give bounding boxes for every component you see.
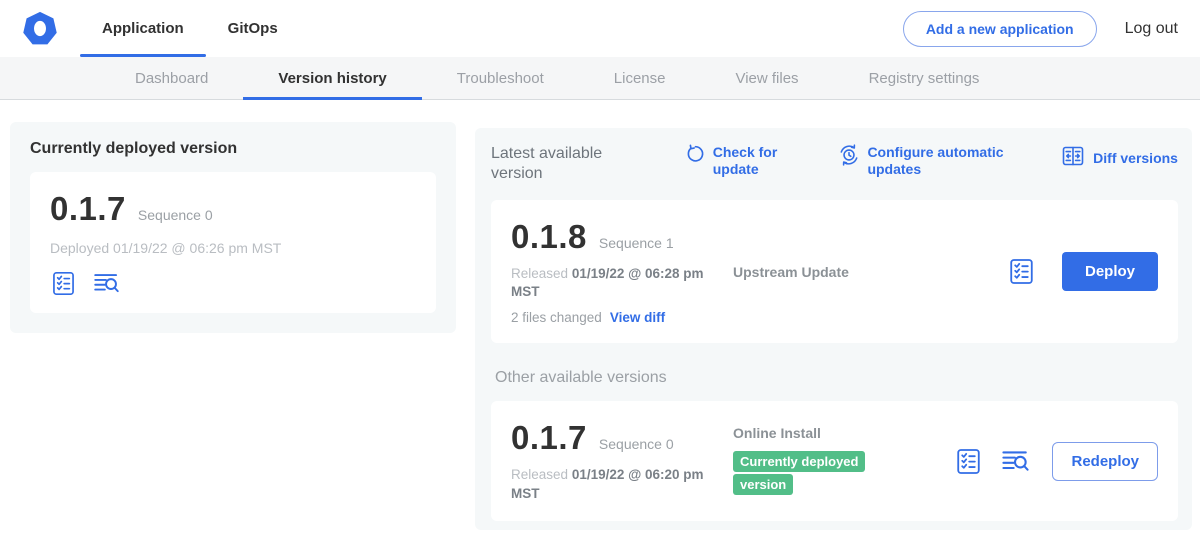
tab-application-label: Application [102,20,184,37]
deployed-timestamp: Deployed 01/19/22 @ 06:26 pm MST [50,240,416,256]
latest-version-row: 0.1.8 Sequence 1 Released 01/19/22 @ 06:… [491,200,1178,343]
deployed-version-card: 0.1.7 Sequence 0 Deployed 01/19/22 @ 06:… [30,172,436,313]
preflight-checklist-icon[interactable] [954,447,983,476]
tab-application[interactable]: Application [80,0,206,57]
subnav-view-files-label: View files [735,70,798,87]
deployed-sequence-label: Sequence 0 [138,207,213,223]
check-for-update-button[interactable]: Check for update [685,144,785,178]
deployed-version-number: 0.1.7 [50,190,126,228]
header-right: Add a new application Log out [903,0,1200,57]
subnav-view-files[interactable]: View files [700,57,833,99]
top-header: Application GitOps Add a new application… [0,0,1200,57]
configure-automatic-updates-button[interactable]: Configure automatic updates [838,144,1007,178]
refresh-icon [685,144,706,170]
subnav-registry-settings[interactable]: Registry settings [834,57,1015,99]
configure-automatic-updates-label: Configure automatic updates [867,144,1007,178]
currently-deployed-panel: Currently deployed version 0.1.7 Sequenc… [10,122,456,333]
other-version-row: 0.1.7 Sequence 0 Released 01/19/22 @ 06:… [491,401,1178,520]
subnav-troubleshoot[interactable]: Troubleshoot [422,57,579,99]
subnav-version-history[interactable]: Version history [243,57,421,99]
check-for-update-label: Check for update [713,144,785,178]
app-logo-heptagon-icon [21,10,59,48]
available-versions-panel: Latest available version Check for updat… [475,128,1192,530]
redeploy-button[interactable]: Redeploy [1052,442,1158,481]
files-changed-label: 2 files changed [511,310,602,325]
subnav-dashboard[interactable]: Dashboard [100,57,243,99]
subnav-license-label: License [614,70,666,87]
preflight-checklist-icon[interactable] [1007,257,1036,286]
subnav-troubleshoot-label: Troubleshoot [457,70,544,87]
currently-deployed-badge: Currently deployed version [733,451,865,495]
diff-columns-icon [1061,144,1085,173]
released-label: Released [511,467,568,482]
other-sequence-label: Sequence 0 [599,436,674,452]
subnav-registry-settings-label: Registry settings [869,70,980,87]
tab-gitops-label: GitOps [228,20,278,37]
other-version-number: 0.1.7 [511,419,587,457]
currently-deployed-title: Currently deployed version [30,140,436,158]
preflight-checklist-icon[interactable] [50,270,77,297]
tab-gitops[interactable]: GitOps [206,0,300,57]
add-application-button[interactable]: Add a new application [903,11,1097,47]
released-label: Released [511,266,568,281]
latest-released-timestamp: Released 01/19/22 @ 06:28 pm MST [511,265,719,301]
latest-source-label: Upstream Update [733,264,923,280]
diff-versions-label: Diff versions [1093,150,1178,167]
clock-refresh-icon [838,144,860,171]
latest-version-number: 0.1.8 [511,218,587,256]
diff-versions-button[interactable]: Diff versions [1061,144,1178,173]
other-available-versions-title: Other available versions [491,369,1178,387]
deploy-button[interactable]: Deploy [1062,252,1158,291]
subnav-dashboard-label: Dashboard [135,70,208,87]
subnav-version-history-label: Version history [278,70,386,87]
deploy-logs-icon[interactable] [93,270,120,297]
logout-link[interactable]: Log out [1125,20,1178,38]
view-diff-link[interactable]: View diff [610,310,665,325]
other-released-timestamp: Released 01/19/22 @ 06:20 pm MST [511,466,719,502]
deploy-logs-icon[interactable] [1001,447,1030,476]
subnav-license[interactable]: License [579,57,701,99]
app-subnav: Dashboard Version history Troubleshoot L… [0,57,1200,100]
top-tabs: Application GitOps [80,0,300,57]
latest-available-title: Latest available version [491,144,631,184]
other-source-label: Online Install [733,425,923,441]
latest-sequence-label: Sequence 1 [599,235,674,251]
app-logo[interactable] [0,0,80,57]
